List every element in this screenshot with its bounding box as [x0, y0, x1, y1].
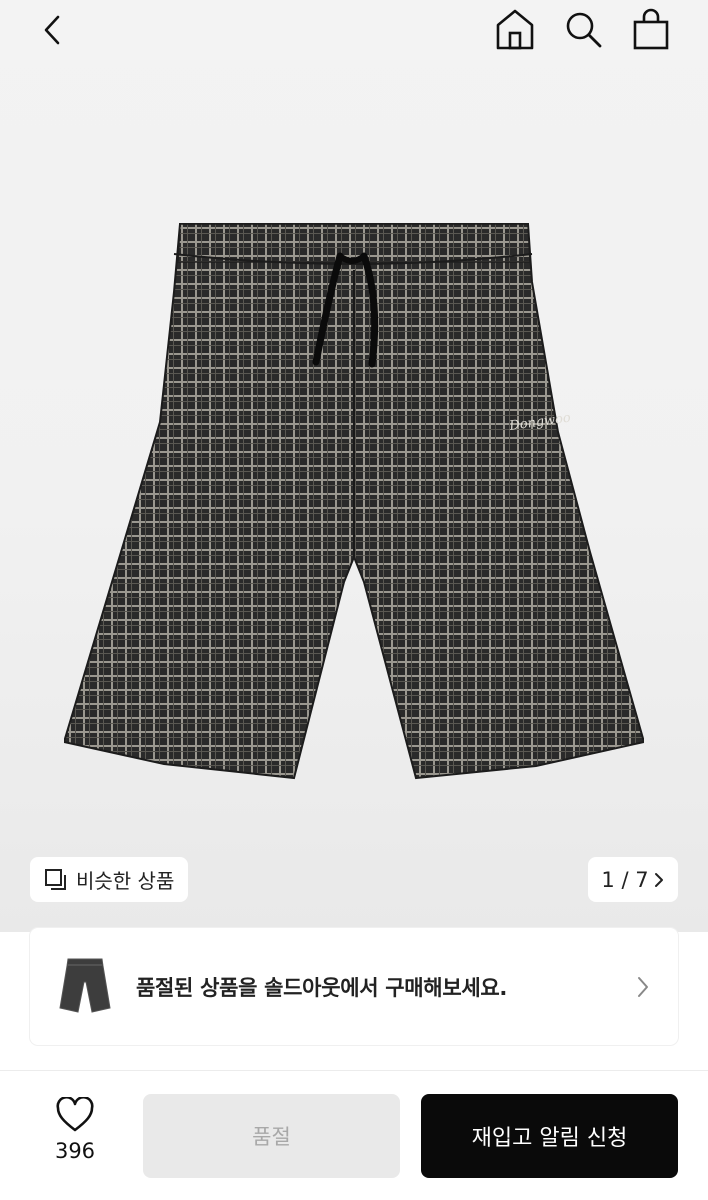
image-page-indicator[interactable]: 1 / 7 [588, 857, 678, 902]
home-button[interactable] [492, 6, 538, 52]
cart-button[interactable] [628, 6, 674, 52]
heart-icon [56, 1097, 94, 1132]
shopping-bag-icon [633, 8, 669, 50]
like-count: 396 [54, 1139, 96, 1163]
soldout-button: 품절 [143, 1094, 400, 1178]
page-indicator-text: 1 / 7 [601, 867, 649, 892]
search-icon [566, 12, 602, 48]
back-button[interactable] [30, 8, 74, 52]
chevron-right-icon [638, 976, 648, 997]
back-chevron-icon [44, 15, 60, 45]
soldout-banner[interactable]: 품절된 상품을 솔드아웃에서 구매해보세요. [30, 928, 678, 1045]
search-button[interactable] [560, 6, 606, 52]
like-button[interactable]: 396 [36, 1097, 114, 1163]
soldout-banner-text: 품절된 상품을 솔드아웃에서 구매해보세요. [136, 975, 508, 1000]
similar-products-button[interactable]: 비슷한 상품 [30, 857, 189, 902]
soldout-product-thumbnail [59, 958, 111, 1013]
similar-items-icon [45, 868, 66, 890]
chevron-right-icon [654, 872, 663, 887]
product-image[interactable]: Dongwoo [64, 222, 644, 784]
top-navigation-bar [0, 0, 708, 60]
restock-alert-button[interactable]: 재입고 알림 신청 [421, 1094, 678, 1178]
home-icon [496, 9, 534, 50]
product-gallery[interactable]: Dongwoo 비슷한 상품 1 / 7 [0, 0, 708, 932]
similar-products-label: 비슷한 상품 [76, 869, 175, 893]
purchase-bar: 396 품절 재입고 알림 신청 [0, 1071, 708, 1200]
